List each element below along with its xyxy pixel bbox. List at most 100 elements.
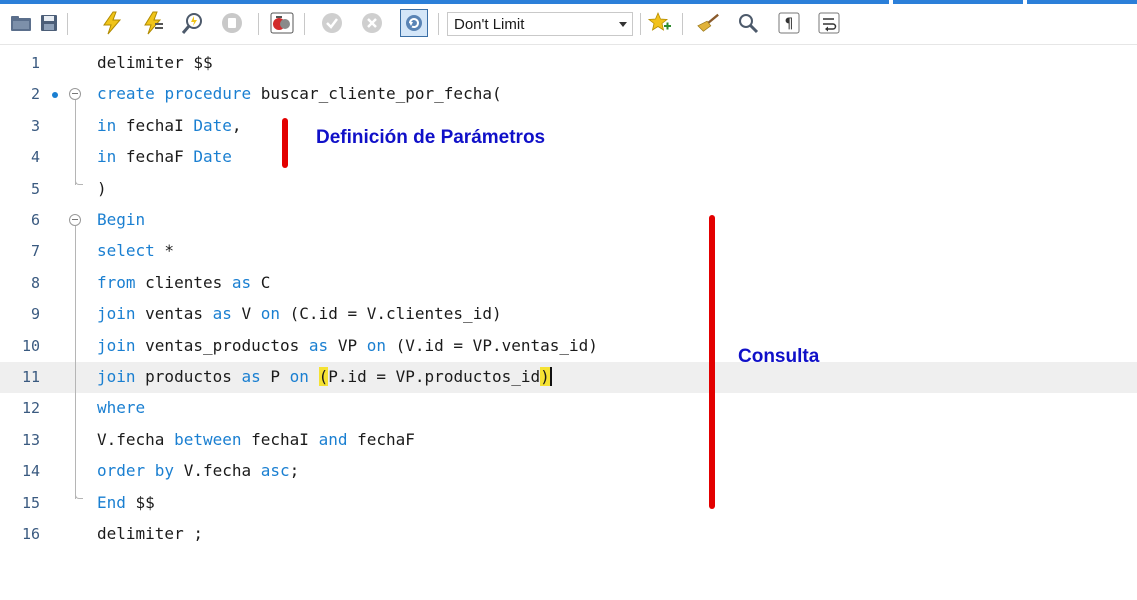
- invisible-chars-icon[interactable]: ¶: [777, 11, 801, 35]
- code-token: V.fecha: [174, 461, 261, 481]
- sql-keyword: in: [97, 147, 117, 167]
- code-line[interactable]: 7 select *: [0, 236, 1137, 267]
- code-line[interactable]: 4 in fechaF Date: [0, 142, 1137, 173]
- fold-guide: [75, 100, 76, 185]
- wrap-lines-icon[interactable]: [817, 11, 841, 35]
- line-number: 15: [21, 493, 40, 512]
- sql-keyword: Date: [193, 147, 232, 167]
- code-text: End $$: [97, 493, 155, 512]
- code-line[interactable]: 11 join productos as P on (P.id = VP.prod…: [0, 362, 1137, 393]
- line-number: 9: [30, 305, 40, 324]
- limit-rows-value: Don't Limit: [454, 16, 525, 33]
- code-token: fechaF: [347, 429, 415, 449]
- sql-keyword: Date: [193, 115, 232, 135]
- commit-icon[interactable]: [320, 11, 344, 35]
- sql-keyword: select: [97, 241, 155, 261]
- code-text: select *: [97, 241, 174, 260]
- code-line[interactable]: 2 create procedure buscar_cliente_por_fec…: [0, 79, 1137, 110]
- line-number: 7: [30, 242, 40, 261]
- execute-icon[interactable]: [100, 11, 124, 35]
- save-icon[interactable]: [37, 11, 61, 35]
- autocommit-icon[interactable]: [400, 9, 428, 37]
- code-token: delimiter $$: [97, 53, 213, 72]
- code-token: fechaF: [116, 147, 194, 167]
- code-token: ): [97, 178, 107, 198]
- line-number: 3: [30, 116, 40, 135]
- line-number: 1: [30, 54, 40, 72]
- sql-keyword: between: [174, 429, 242, 449]
- find-icon[interactable]: [736, 11, 760, 35]
- code-text: order by V.fecha asc;: [97, 461, 299, 480]
- code-line[interactable]: 14 order by V.fecha asc;: [0, 456, 1137, 487]
- code-line[interactable]: 12 where: [0, 393, 1137, 424]
- line-number: 2: [30, 85, 40, 104]
- sql-keyword: as: [241, 367, 261, 386]
- code-line[interactable]: 10 join ventas_productos as VP on (V.id =…: [0, 331, 1137, 362]
- toolbar-separator: [438, 13, 439, 35]
- code-text: create procedure buscar_cliente_por_fech…: [97, 84, 502, 103]
- execute-current-icon[interactable]: [141, 11, 165, 35]
- code-text: where: [97, 398, 145, 417]
- code-token: V.fecha: [97, 429, 175, 449]
- open-folder-icon[interactable]: [9, 11, 33, 35]
- sql-keyword: procedure: [164, 84, 252, 104]
- sql-keyword: and: [318, 429, 348, 449]
- statement-marker-icon: [52, 92, 58, 99]
- sql-keyword: on: [366, 335, 386, 355]
- params-annotation-label: Definición de Parámetros: [316, 127, 546, 148]
- line-number: 11: [21, 368, 40, 386]
- code-text: delimiter $$: [97, 53, 213, 72]
- rollback-icon[interactable]: [360, 11, 384, 35]
- code-token: fechaI: [116, 115, 194, 135]
- sql-keyword: as: [212, 304, 232, 324]
- code-token: ventas_productos: [135, 335, 309, 355]
- sql-keyword: from: [97, 272, 136, 292]
- sql-keyword: order by: [97, 461, 175, 481]
- add-snippet-icon[interactable]: [648, 11, 672, 35]
- sql-keyword: in: [97, 115, 117, 135]
- chevron-down-icon: [619, 22, 627, 27]
- code-token: fechaI: [241, 429, 319, 449]
- code-token: clientes: [135, 272, 232, 292]
- code-line[interactable]: 8 from clientes as C: [0, 268, 1137, 299]
- code-text: V.fecha between fechaI and fechaF: [97, 430, 415, 449]
- sql-keyword: create: [97, 84, 155, 104]
- code-text: from clientes as C: [97, 273, 270, 292]
- code-token: P.id = VP.productos_id: [328, 367, 541, 386]
- explain-icon[interactable]: [181, 11, 205, 35]
- code-line[interactable]: 6 Begin: [0, 205, 1137, 236]
- code-token: productos: [135, 367, 242, 386]
- toolbar-separator: [304, 13, 305, 35]
- query-annotation-label: Consulta: [738, 346, 820, 367]
- code-line[interactable]: 3 in fechaI Date,: [0, 111, 1137, 142]
- sql-keyword: join: [97, 335, 136, 355]
- code-text: delimiter ;: [97, 524, 203, 543]
- code-line[interactable]: 5): [0, 174, 1137, 205]
- toolbar-separator: [67, 13, 68, 35]
- sql-keyword: on: [260, 304, 281, 324]
- code-token: V: [231, 304, 261, 324]
- code-line[interactable]: 1 delimiter $$: [0, 48, 1137, 79]
- fold-toggle-icon[interactable]: [69, 214, 81, 226]
- code-line[interactable]: 16 delimiter ;: [0, 519, 1137, 550]
- toggle-errors-icon[interactable]: [270, 11, 294, 35]
- params-bracket-bar: [282, 118, 288, 168]
- sql-keyword: join: [97, 304, 136, 324]
- sql-keyword: Begin: [97, 210, 146, 229]
- code-text: ): [97, 179, 107, 198]
- code-token: *: [154, 241, 175, 261]
- code-line[interactable]: 13 V.fecha between fechaI and fechaF: [0, 425, 1137, 456]
- stop-icon[interactable]: [220, 11, 244, 35]
- beautify-icon[interactable]: [696, 11, 720, 35]
- code-token: ,: [231, 115, 242, 135]
- code-line[interactable]: 15 End $$: [0, 488, 1137, 519]
- sql-code-editor[interactable]: 1 delimiter $$ 2 create procedure buscar_cl…: [0, 48, 1137, 600]
- line-number: 6: [30, 211, 40, 229]
- code-token: ventas: [135, 304, 213, 324]
- line-number: 14: [21, 462, 40, 481]
- code-token: delimiter ;: [97, 524, 203, 543]
- code-line[interactable]: 9 join ventas as V on (C.id = V.clientes_…: [0, 299, 1137, 330]
- limit-rows-select[interactable]: Don't Limit: [447, 12, 633, 36]
